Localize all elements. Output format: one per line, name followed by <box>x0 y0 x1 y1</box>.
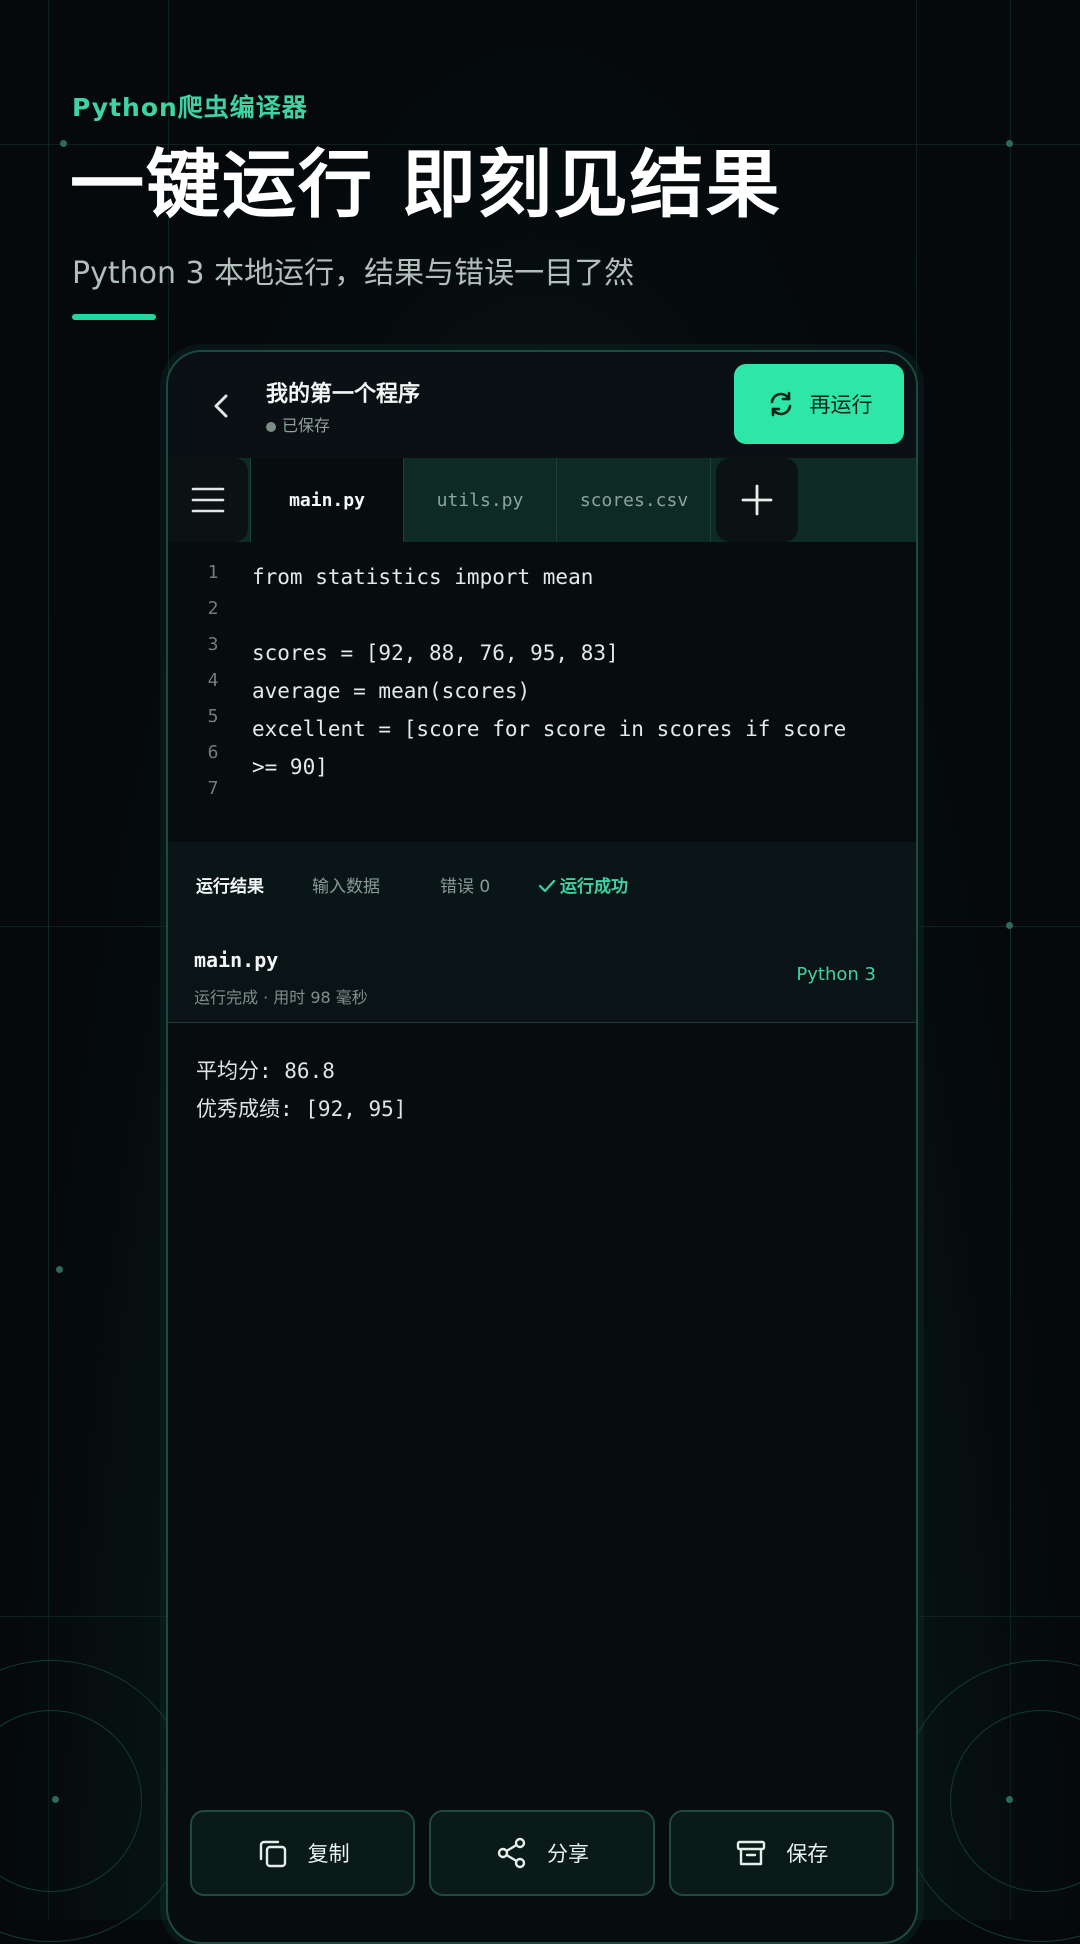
back-button[interactable] <box>204 388 240 424</box>
line-number: 5 <box>207 706 219 727</box>
save-button[interactable]: 保存 <box>668 1810 894 1896</box>
code-line: >= 90] <box>252 755 328 779</box>
line-number: 7 <box>207 778 219 799</box>
share-label: 分享 <box>546 1842 589 1866</box>
line-number-gutter: 1 2 3 4 5 6 7 <box>198 562 228 814</box>
phone-frame: 我的第一个程序 已保存 再运行 main.py utils.py scores.… <box>166 350 918 1944</box>
run-success-badge: 运行成功 <box>538 872 628 897</box>
checkmark-icon <box>538 879 556 893</box>
add-tab-button[interactable] <box>716 458 798 542</box>
console-output: 平均分: 86.8 优秀成绩: [92, 95] <box>196 1052 406 1128</box>
line-number: 1 <box>207 562 219 583</box>
hamburger-menu-icon <box>191 487 225 513</box>
file-tab-bar: main.py utils.py scores.csv <box>168 458 916 543</box>
line-number: 6 <box>207 742 219 763</box>
line-number: 4 <box>207 670 219 691</box>
tab-run-result[interactable]: 运行结果 <box>196 872 264 897</box>
page-subtitle: Python 3 本地运行，结果与错误一目了然 <box>72 256 635 291</box>
tab-main-py[interactable]: main.py <box>250 458 404 542</box>
app-top-bar: 我的第一个程序 已保存 再运行 <box>168 352 916 459</box>
tab-errors[interactable]: 错误 0 <box>440 872 490 897</box>
chevron-left-icon <box>214 394 228 418</box>
code-editor[interactable]: 1 2 3 4 5 6 7 from statistics import mea… <box>168 542 916 842</box>
save-status-label: 已保存 <box>282 416 331 435</box>
tab-utils-py[interactable]: utils.py <box>404 458 557 542</box>
menu-button[interactable] <box>168 458 248 542</box>
share-button[interactable]: 分享 <box>429 1810 655 1896</box>
archive-icon <box>737 1840 766 1866</box>
tab-scores-csv[interactable]: scores.csv <box>558 458 711 542</box>
code-line: average = mean(scores) <box>252 679 531 703</box>
run-meta: 运行完成 · 用时 98 毫秒 <box>194 988 368 1007</box>
result-tab-bar: 运行结果 输入数据 错误 0 运行成功 <box>168 842 916 933</box>
plus-icon <box>741 484 773 516</box>
save-label: 保存 <box>786 1842 829 1866</box>
output-line: 优秀成绩: [92, 95] <box>196 1097 407 1121</box>
copy-label: 复制 <box>307 1842 350 1866</box>
code-line: from statistics import mean <box>252 565 594 589</box>
output-line: 平均分: 86.8 <box>196 1059 335 1083</box>
share-icon <box>497 1837 526 1869</box>
run-file-info: main.py 运行完成 · 用时 98 毫秒 Python 3 <box>168 932 916 1023</box>
copy-icon <box>259 1840 286 1868</box>
code-line: scores = [92, 88, 76, 95, 83] <box>252 641 619 665</box>
line-number: 3 <box>207 634 219 655</box>
code-line: excellent = [score for score in scores i… <box>252 717 847 741</box>
rerun-label: 再运行 <box>809 393 873 417</box>
rerun-button[interactable]: 再运行 <box>734 364 904 444</box>
page-headline: 一键运行 即刻见结果 <box>70 142 782 228</box>
tab-input-data[interactable]: 输入数据 <box>312 872 380 897</box>
runtime-badge: Python 3 <box>796 964 876 985</box>
program-title: 我的第一个程序 <box>266 382 421 407</box>
action-bar: 复制 分享 保存 <box>190 1810 894 1896</box>
app-eyebrow: Python爬虫编译器 <box>72 93 308 122</box>
copy-button[interactable]: 复制 <box>190 1810 416 1896</box>
status-dot-icon <box>266 422 276 432</box>
run-file-name: main.py <box>194 948 279 972</box>
save-status: 已保存 <box>266 412 330 436</box>
run-success-label: 运行成功 <box>560 877 628 897</box>
accent-divider <box>72 314 156 320</box>
refresh-icon <box>770 391 791 417</box>
code-content[interactable]: from statistics import mean scores = [92… <box>252 558 896 786</box>
line-number: 2 <box>207 598 219 619</box>
